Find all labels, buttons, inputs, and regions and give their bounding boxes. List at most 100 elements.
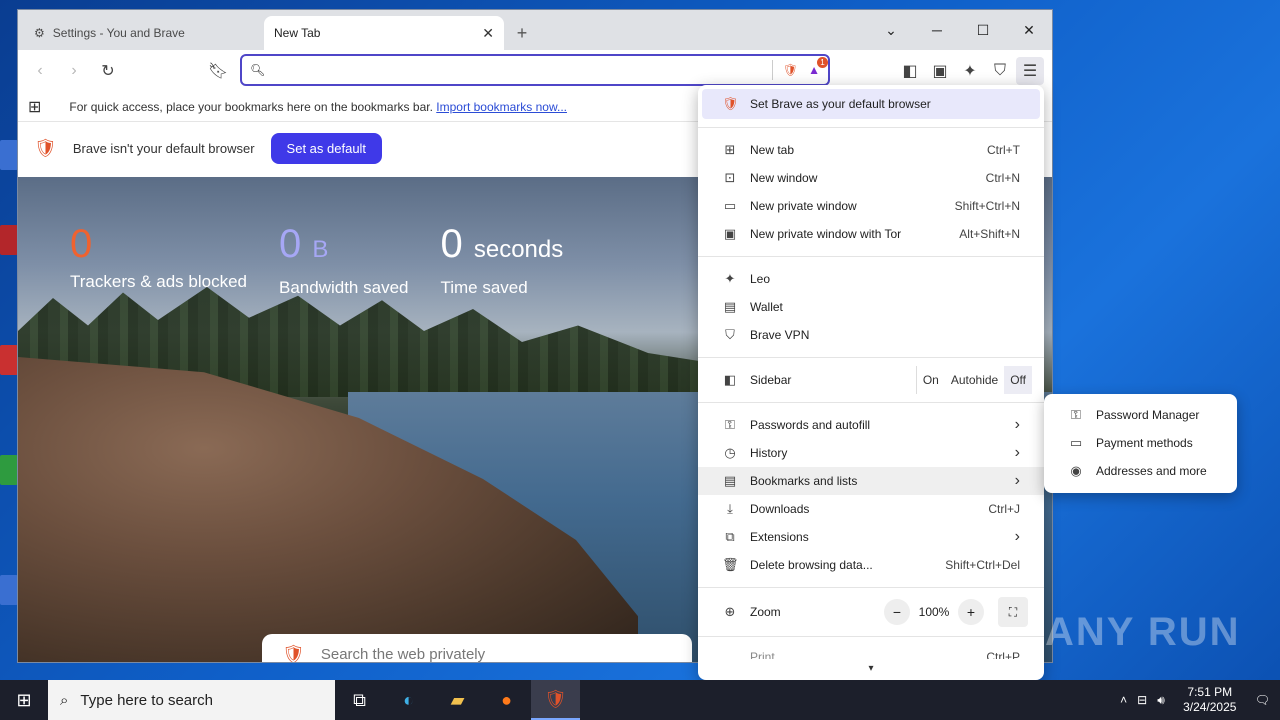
notifications-icon[interactable]: 🗨︎ — [1255, 693, 1270, 707]
menu-item-vpn[interactable]: ⛉ Brave VPN — [698, 321, 1044, 349]
menu-item-label: Passwords and autofill — [750, 418, 871, 432]
menu-item-delete-data[interactable]: 🗑︎ Delete browsing data... Shift+Ctrl+Del — [698, 551, 1044, 579]
desktop-icon[interactable] — [0, 140, 18, 170]
menu-item-label: Bookmarks and lists — [750, 474, 858, 488]
back-button[interactable]: ‹ — [26, 57, 54, 85]
card-icon: ▭ — [1069, 435, 1083, 450]
menu-item-private-window[interactable]: ▭ New private window Shift+Ctrl+N — [698, 192, 1044, 220]
bookmark-icon[interactable]: 🔖︎ — [204, 57, 232, 85]
menu-item-shortcut: Ctrl+J — [988, 502, 1020, 516]
network-icon[interactable]: ⊟ — [1137, 693, 1147, 707]
toolbar-right: ◧ ▣ ✦ ⛉ ☰ — [896, 57, 1044, 85]
search-icon: 🔍︎ — [250, 63, 266, 77]
gear-icon: ⚙ — [34, 26, 45, 40]
close-window-button[interactable]: ✕ — [1006, 10, 1052, 50]
forward-button[interactable]: › — [60, 57, 88, 85]
submenu-item-payment-methods[interactable]: ▭ Payment methods — [1044, 429, 1237, 457]
sidebar-option-autohide[interactable]: Autohide — [945, 366, 1004, 394]
minimize-button[interactable]: ─ — [914, 10, 960, 50]
app-menu-button[interactable]: ☰ — [1016, 57, 1044, 85]
trash-icon: 🗑︎ — [722, 557, 739, 572]
menu-item-label: Wallet — [750, 300, 783, 314]
zoom-out-button[interactable]: − — [884, 599, 910, 625]
menu-separator — [698, 357, 1044, 358]
address-input[interactable] — [273, 62, 772, 78]
stat-value: 0 — [279, 222, 302, 266]
edge-icon[interactable]: ◐ — [384, 680, 433, 720]
menu-item-leo[interactable]: ✦ Leo — [698, 265, 1044, 293]
menu-item-label: New private window with Tor — [750, 227, 902, 241]
task-view-icon[interactable]: ⧉ — [335, 680, 384, 720]
menu-item-downloads[interactable]: ⤓ Downloads Ctrl+J — [698, 495, 1044, 523]
desktop-icon[interactable] — [0, 225, 18, 255]
menu-item-label: Downloads — [750, 502, 810, 516]
tab-search-icon[interactable]: ⌄ — [868, 10, 914, 50]
menu-item-new-window[interactable]: ⊡ New window Ctrl+N — [698, 164, 1044, 192]
brave-rewards-icon[interactable]: ▲ 1 — [808, 57, 828, 77]
fullscreen-button[interactable]: ⛶ — [998, 597, 1028, 627]
menu-item-history[interactable]: ◷ History › — [698, 439, 1044, 467]
firefox-icon[interactable]: ● — [482, 680, 531, 720]
menu-item-label: Set Brave as your default browser — [750, 97, 931, 111]
submenu-item-addresses[interactable]: ◉ Addresses and more — [1044, 457, 1237, 485]
apps-grid-icon[interactable]: ⊞ — [28, 97, 41, 117]
set-default-browser-item[interactable]: 🛡 Set Brave as your default browser — [702, 89, 1040, 119]
sidebar-option-off[interactable]: Off — [1004, 366, 1032, 394]
menu-item-label: History — [750, 446, 788, 460]
file-explorer-icon[interactable]: ▰ — [433, 680, 482, 720]
menu-item-label: Zoom — [750, 605, 781, 619]
desktop-icon[interactable] — [0, 345, 18, 375]
download-icon: ⤓ — [727, 501, 733, 516]
address-bar[interactable]: 🔍︎ 🛡 ▲ 1 — [240, 54, 830, 86]
submenu-item-password-manager[interactable]: ⚿ Password Manager — [1044, 401, 1237, 429]
sidebar-mode-selector: On Autohide Off — [915, 366, 1032, 394]
menu-item-print[interactable]: Print... Ctrl+P — [698, 645, 1044, 659]
tab-settings[interactable]: ⚙ Settings - You and Brave — [24, 16, 264, 50]
reload-button[interactable]: ↻ — [94, 57, 122, 85]
brave-shields-icon[interactable]: 🛡 — [783, 63, 798, 77]
chevron-up-icon[interactable]: ˄ — [1120, 693, 1127, 707]
stat-bandwidth: 0 B Bandwidth saved — [279, 222, 408, 298]
tab-title: New Tab — [274, 26, 321, 40]
menu-item-new-tab[interactable]: ⊞ New tab Ctrl+T — [698, 136, 1044, 164]
clock-time: 7:51 PM — [1187, 685, 1233, 699]
bookmarks-icon: ▤ — [723, 473, 737, 488]
sidebar-option-on[interactable]: On — [917, 366, 945, 394]
volume-icon[interactable]: 🔊︎ — [1157, 693, 1165, 708]
menu-item-label: New private window — [750, 199, 857, 213]
desktop-icon[interactable] — [0, 575, 18, 605]
rewards-badge: 1 — [817, 57, 828, 68]
scroll-down-icon[interactable]: ▾ — [698, 663, 1044, 674]
close-tab-icon[interactable]: ✕ — [482, 25, 494, 42]
tab-new-tab[interactable]: New Tab ✕ — [264, 16, 504, 50]
maximize-button[interactable]: ☐ — [960, 10, 1006, 50]
menu-item-bookmarks[interactable]: ▤ Bookmarks and lists › — [698, 467, 1044, 495]
brave-taskbar-icon[interactable]: 🛡 — [531, 680, 580, 720]
vpn-icon[interactable]: ⛉ — [986, 57, 1014, 85]
zoom-in-button[interactable]: + — [958, 599, 984, 625]
desktop-icon[interactable] — [0, 455, 18, 485]
taskbar-search[interactable]: ⌕ Type here to search — [48, 680, 335, 720]
menu-item-wallet[interactable]: ▤ Wallet — [698, 293, 1044, 321]
menu-item-label: Password Manager — [1096, 408, 1200, 422]
menu-item-extensions[interactable]: ⧉ Extensions › — [698, 523, 1044, 551]
ntp-search-box[interactable]: 🛡 Search the web privately — [262, 634, 692, 662]
brave-logo-icon: 🛡 — [34, 137, 57, 158]
zoom-control: − 100% + ⛶ — [884, 597, 1028, 627]
import-bookmarks-link[interactable]: Import bookmarks now... — [436, 100, 567, 114]
search-icon: ⌕ — [60, 691, 69, 709]
stat-value: 0 — [70, 222, 93, 266]
menu-separator — [698, 127, 1044, 128]
clock[interactable]: 7:51 PM 3/24/2025 — [1175, 685, 1245, 715]
menu-item-tor-window[interactable]: ▣ New private window with Tor Alt+Shift+N — [698, 220, 1044, 248]
taskbar: ⊞ ⌕ Type here to search ⧉ ◐ ▰ ● 🛡 ˄ ⊟ 🔊︎… — [0, 680, 1280, 720]
menu-item-label: New tab — [750, 143, 795, 157]
set-as-default-button[interactable]: Set as default — [270, 132, 383, 164]
sidebar-toggle-icon[interactable]: ◧ — [896, 57, 924, 85]
infobar-text: Brave isn't your default browser — [72, 140, 255, 156]
new-tab-button[interactable]: + — [508, 16, 536, 50]
windows-start-icon[interactable]: ⊞ — [0, 680, 48, 720]
wallet-icon[interactable]: ▣ — [926, 57, 954, 85]
leo-icon[interactable]: ✦ — [956, 57, 984, 85]
menu-item-passwords[interactable]: ⚿ Passwords and autofill › — [698, 411, 1044, 439]
